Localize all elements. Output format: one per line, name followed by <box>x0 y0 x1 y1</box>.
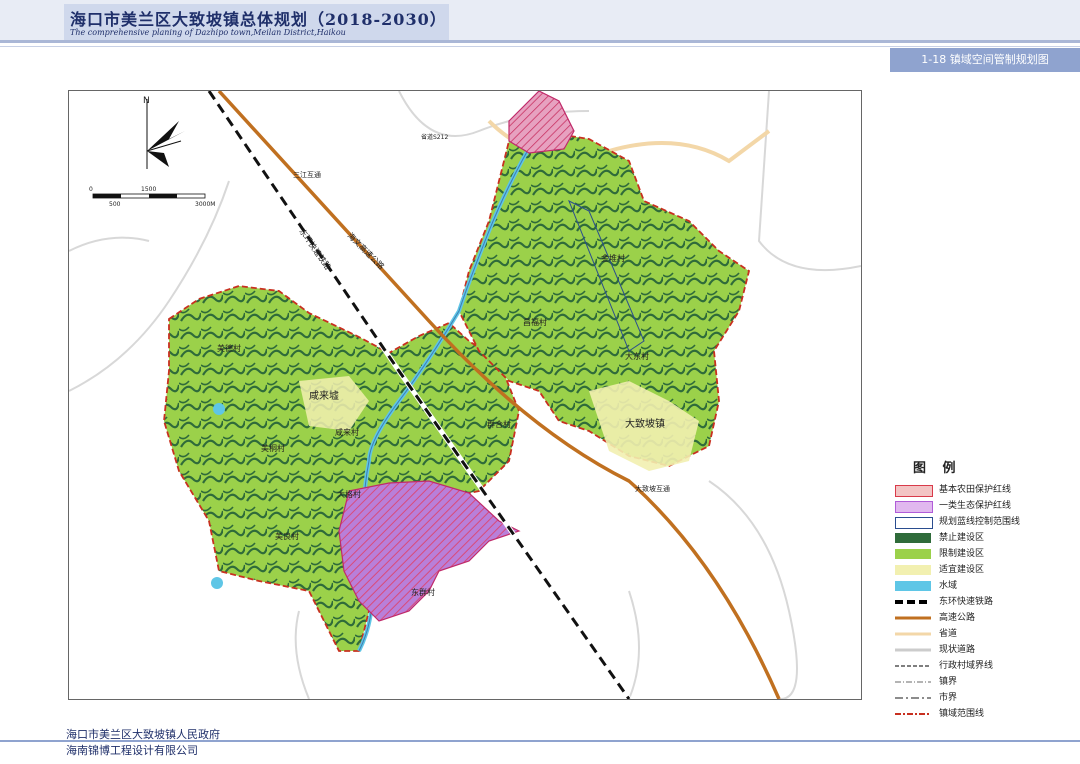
legend-label: 基本农田保护红线 <box>939 485 1012 495</box>
legend-item: 现状道路 <box>895 643 1055 657</box>
provincial-road-label: 省道S212 <box>421 133 448 141</box>
township-boundary-line-icon <box>895 713 931 715</box>
legend-label: 现状道路 <box>939 645 976 655</box>
scale-bar: 0 1500 500 3000M <box>89 186 215 208</box>
village-label: 美桐村 <box>261 443 285 453</box>
map-subtitle: The comprehensive planing of Dazhipo tow… <box>70 28 346 37</box>
north-arrow-icon: N <box>143 96 185 169</box>
suitable-zone-icon <box>895 565 931 575</box>
legend-item: 市界 <box>895 691 1055 705</box>
header-rule <box>0 40 1080 43</box>
legend-item: 镇界 <box>895 675 1055 689</box>
legend-item: 规划蓝线控制范围线 <box>895 515 1055 529</box>
pond <box>213 403 225 415</box>
legend-item: 行政村域界线 <box>895 659 1055 673</box>
legend-item: 高速公路 <box>895 611 1055 625</box>
svg-text:3000M: 3000M <box>195 201 215 208</box>
town-boundary-line-icon <box>895 681 931 683</box>
legend-label: 市界 <box>939 693 958 703</box>
legend-label: 高速公路 <box>939 613 976 623</box>
eco-protection-zone-north <box>508 91 575 154</box>
header-rule-thin <box>0 46 1080 47</box>
village-label: 昌福村 <box>523 317 547 327</box>
village-label: 美德村 <box>217 343 241 353</box>
pond <box>211 577 223 589</box>
map-frame[interactable]: N 0 1500 500 3000M 三江互通 大致坡互通 东环快速铁路 海文高… <box>68 90 862 700</box>
map-title: 海口市美兰区大致坡镇总体规划（2018-2030） <box>70 10 447 29</box>
forbidden-zone-icon <box>895 533 931 543</box>
svg-text:500: 500 <box>109 201 121 208</box>
legend-label: 省道 <box>939 629 958 639</box>
village-boundary-line-icon <box>895 665 931 667</box>
blue-line-box-icon <box>895 517 933 529</box>
village-label: 群合村 <box>487 419 511 429</box>
highway-label: 海文高速公路 <box>346 230 387 271</box>
legend-label: 行政村域界线 <box>939 661 994 671</box>
legend-label: 东环快速铁路 <box>939 597 994 607</box>
legend-item: 东环快速铁路 <box>895 595 1055 609</box>
legend-label: 限制建设区 <box>939 549 985 559</box>
legend-label: 禁止建设区 <box>939 533 985 543</box>
railway-line-icon <box>895 600 931 604</box>
village-label: 东群村 <box>411 587 435 597</box>
interchange-label: 大致坡互通 <box>635 484 670 493</box>
village-label: 大东村 <box>625 351 649 361</box>
legend-item: 一类生态保护红线 <box>895 499 1055 513</box>
village-label: 大格村 <box>337 489 361 499</box>
footer-org-designer: 海南锦博工程设计有限公司 <box>66 744 198 757</box>
town-label: 大致坡镇 <box>625 417 665 430</box>
farmland-red-line-icon <box>895 485 933 497</box>
svg-text:N: N <box>143 96 150 106</box>
provincial-road-line-icon <box>895 632 931 636</box>
legend-label: 水域 <box>939 581 958 591</box>
legend-item: 基本农田保护红线 <box>895 483 1055 497</box>
village-label: 美良村 <box>275 531 299 541</box>
legend-item: 禁止建设区 <box>895 531 1055 545</box>
svg-text:0: 0 <box>89 186 93 193</box>
restricted-zone-icon <box>895 549 931 559</box>
legend-item: 限制建设区 <box>895 547 1055 561</box>
legend-item: 适宜建设区 <box>895 563 1055 577</box>
map-canvas[interactable]: N 0 1500 500 3000M 三江互通 大致坡互通 东环快速铁路 海文高… <box>69 91 861 699</box>
existing-road-line-icon <box>895 648 931 652</box>
sheet-label: 1-18 镇域空间管制规划图 <box>921 53 1049 66</box>
eco-red-line-icon <box>895 501 933 513</box>
village-label: 金堆村 <box>601 253 625 263</box>
legend-title: 图 例 <box>913 461 962 476</box>
highway-line-icon <box>895 616 931 620</box>
svg-text:1500: 1500 <box>141 186 156 193</box>
railway-label: 东环快速铁路 <box>297 226 333 271</box>
interchange-label: 三江互通 <box>293 170 321 179</box>
legend-label: 规划蓝线控制范围线 <box>939 517 1021 527</box>
legend-item: 省道 <box>895 627 1055 641</box>
legend-label: 镇域范围线 <box>939 709 985 719</box>
legend-label: 适宜建设区 <box>939 565 985 575</box>
village-label: 咸来村 <box>335 427 359 437</box>
legend-label: 一类生态保护红线 <box>939 501 1012 511</box>
village-label: 咸来墟 <box>309 389 339 402</box>
water-icon <box>895 581 931 591</box>
legend-label: 镇界 <box>939 677 958 687</box>
legend-item: 水域 <box>895 579 1055 593</box>
city-boundary-line-icon <box>895 697 931 699</box>
legend-item: 镇域范围线 <box>895 707 1055 721</box>
footer-org-government: 海口市美兰区大致坡镇人民政府 <box>66 728 220 741</box>
